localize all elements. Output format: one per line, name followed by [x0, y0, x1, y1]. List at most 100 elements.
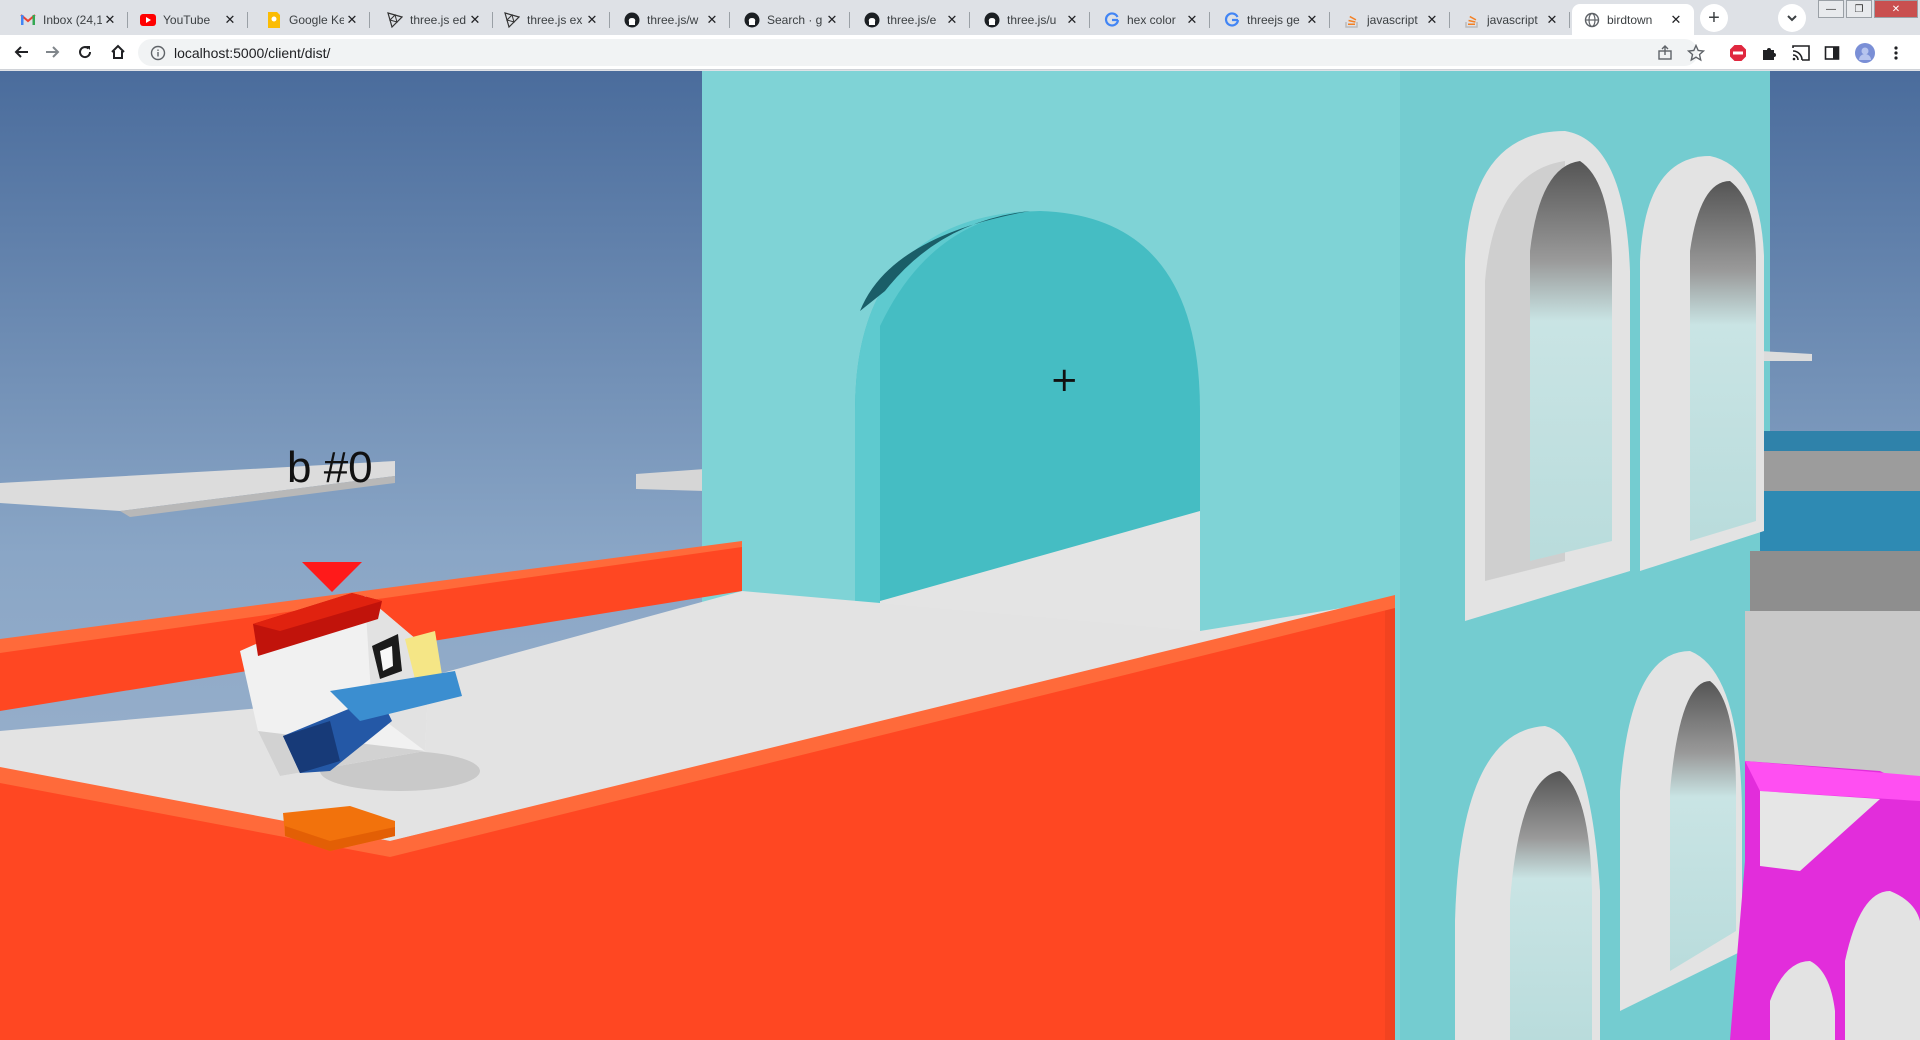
tab-separator	[729, 12, 730, 28]
tab-title: javascript	[1367, 12, 1418, 27]
tab-title: three.js ex	[527, 12, 583, 27]
stackoverflow-icon	[1344, 12, 1360, 28]
extensions-button[interactable]	[1759, 43, 1779, 63]
back-arrow-icon	[14, 46, 28, 58]
tab-5[interactable]: three.js ex ✕	[492, 4, 610, 35]
side-panel-button[interactable]	[1822, 43, 1842, 63]
tab-title: three.js/u	[1007, 12, 1057, 27]
tab-title: Search · g	[767, 12, 823, 27]
github-icon	[984, 12, 1000, 28]
blue-structure	[1760, 431, 1920, 451]
orange-wall-right	[1385, 598, 1395, 1040]
tab-close-icon[interactable]: ✕	[102, 12, 118, 28]
window-upper-left	[1465, 131, 1630, 621]
window-lower-right	[1620, 651, 1742, 1011]
window-upper-right	[1640, 156, 1764, 571]
game-scene	[0, 71, 1920, 1040]
home-button[interactable]	[104, 38, 132, 66]
cast-button[interactable]	[1791, 43, 1811, 63]
tab-close-icon[interactable]: ✕	[467, 12, 483, 28]
adblock-extension-button[interactable]	[1728, 43, 1748, 63]
maximize-button[interactable]: ❐	[1846, 0, 1872, 18]
tab-close-icon[interactable]: ✕	[1304, 12, 1320, 28]
new-tab-button[interactable]: +	[1700, 4, 1728, 32]
tab-close-icon[interactable]: ✕	[1668, 12, 1684, 28]
tab-13[interactable]: javascript ✕	[1452, 4, 1570, 35]
plus-icon: +	[1708, 6, 1720, 29]
tab-title: threejs ge	[1247, 12, 1300, 27]
tab-close-icon[interactable]: ✕	[824, 12, 840, 28]
browser-toolbar: localhost:5000/client/dist/	[0, 35, 1920, 70]
tab-12[interactable]: javascript ✕	[1332, 4, 1450, 35]
tab-close-icon[interactable]: ✕	[1184, 12, 1200, 28]
tab-separator	[969, 12, 970, 28]
tab-11[interactable]: threejs ge ✕	[1212, 4, 1330, 35]
blue-structure	[1760, 491, 1920, 551]
back-button[interactable]	[8, 38, 36, 66]
tab-title: three.js/w	[647, 12, 699, 27]
tab-close-icon[interactable]: ✕	[1544, 12, 1560, 28]
tab-8[interactable]: three.js/e ✕	[852, 4, 970, 35]
minimize-button[interactable]: —	[1818, 0, 1844, 18]
crosshair-icon: +	[1050, 360, 1079, 400]
tab-separator	[1569, 12, 1570, 28]
tab-1[interactable]: Inbox (24,1 ✕	[8, 4, 128, 35]
tab-separator	[369, 12, 370, 28]
bookmark-button[interactable]	[1686, 43, 1706, 63]
tab-close-icon[interactable]: ✕	[1424, 12, 1440, 28]
tab-7[interactable]: Search · g ✕	[732, 4, 850, 35]
adblock-icon	[1730, 45, 1746, 61]
tab-title: three.js ed	[410, 12, 467, 27]
tab-14[interactable]: birdtown ✕	[1572, 4, 1694, 35]
tab-3[interactable]: Google Ke ✕	[254, 4, 370, 35]
github-icon	[624, 12, 640, 28]
home-icon	[111, 44, 125, 59]
tab-2[interactable]: YouTube ✕	[128, 4, 248, 35]
gmail-icon	[20, 12, 36, 28]
globe-icon	[1584, 12, 1600, 28]
forward-button[interactable]	[38, 38, 66, 66]
tab-separator	[1329, 12, 1330, 28]
tab-4[interactable]: three.js ed ✕	[375, 4, 493, 35]
tab-title: three.js/e	[887, 12, 937, 27]
tab-separator	[1089, 12, 1090, 28]
close-window-button[interactable]: ✕	[1874, 0, 1918, 18]
threejs-icon	[504, 11, 520, 28]
cast-icon	[1792, 45, 1810, 61]
tab-10[interactable]: hex color ✕	[1092, 4, 1210, 35]
tab-close-icon[interactable]: ✕	[1064, 12, 1080, 28]
grey-structure	[1760, 451, 1920, 491]
url-text: localhost:5000/client/dist/	[174, 44, 331, 61]
reload-button[interactable]	[71, 38, 99, 66]
tab-6[interactable]: three.js/w ✕	[612, 4, 730, 35]
share-button[interactable]	[1655, 43, 1675, 63]
tab-close-icon[interactable]: ✕	[222, 12, 238, 28]
forward-arrow-icon	[46, 46, 60, 58]
avatar	[1855, 43, 1875, 63]
threejs-icon	[387, 11, 403, 28]
player-name-label: b #0	[287, 443, 373, 492]
address-bar[interactable]: localhost:5000/client/dist/	[138, 39, 1698, 66]
tab-separator	[849, 12, 850, 28]
tab-close-icon[interactable]: ✕	[344, 12, 360, 28]
tab-close-icon[interactable]: ✕	[704, 12, 720, 28]
tab-title: Google Ke	[289, 12, 344, 27]
side-panel-icon	[1824, 46, 1840, 60]
tab-separator	[1209, 12, 1210, 28]
tab-close-icon[interactable]: ✕	[944, 12, 960, 28]
menu-button[interactable]	[1886, 43, 1906, 63]
profile-button[interactable]	[1855, 43, 1875, 63]
google-keep-icon	[266, 11, 282, 28]
info-icon	[150, 45, 166, 60]
tab-close-icon[interactable]: ✕	[584, 12, 600, 28]
tab-strip: Inbox (24,1 ✕ YouTube ✕ Google Ke ✕ three.js e…	[0, 0, 1920, 35]
game-canvas[interactable]: b #0 +	[0, 71, 1920, 1040]
github-icon	[744, 12, 760, 28]
youtube-icon	[140, 12, 156, 28]
tab-separator	[247, 12, 248, 28]
stackoverflow-icon	[1464, 12, 1480, 28]
tab-search-button[interactable]	[1778, 4, 1806, 32]
close-icon: ✕	[1891, 3, 1901, 15]
tab-9[interactable]: three.js/u ✕	[972, 4, 1090, 35]
share-icon	[1658, 45, 1672, 60]
